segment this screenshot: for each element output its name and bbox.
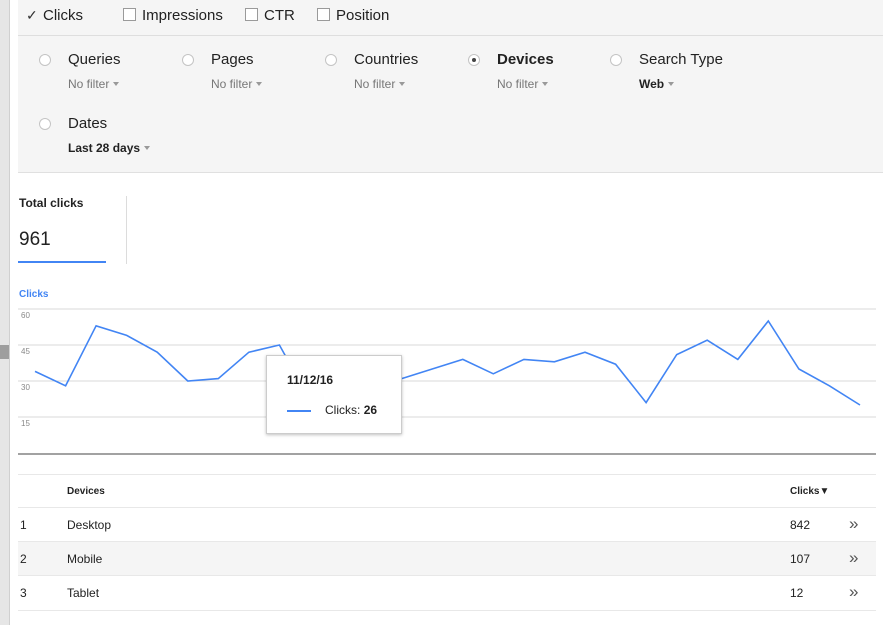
filter-dates-label: Dates — [68, 115, 108, 132]
row-rank: 1 — [20, 518, 27, 532]
filter-value: Last 28 days — [68, 141, 141, 155]
filter-search-type-dropdown[interactable]: Web — [639, 77, 675, 91]
checkbox-icon — [245, 8, 258, 21]
metric-clicks[interactable]: ✓ Clicks — [26, 7, 83, 24]
row-clicks: 842 — [790, 518, 811, 532]
metrics-row: ✓ Clicks Impressions CTR Position — [18, 0, 883, 36]
table-top-border — [18, 474, 876, 475]
row-rank: 2 — [20, 552, 27, 566]
filter-dates-dropdown[interactable]: Last 28 days — [68, 141, 151, 155]
checkmark-icon: ✓ — [26, 7, 38, 23]
total-clicks-underline — [18, 261, 106, 263]
metric-clicks-label: Clicks — [43, 7, 83, 24]
row-device: Desktop — [67, 518, 112, 532]
row-device: Tablet — [67, 586, 100, 600]
column-header-clicks[interactable]: Clicks▼ — [790, 486, 829, 497]
double-chevron-right-icon[interactable]: » — [849, 514, 858, 534]
filter-queries-label: Queries — [68, 51, 121, 68]
total-clicks-value: 961 — [19, 229, 51, 250]
clicks-line-chart[interactable]: 60 45 30 15 — [0, 305, 883, 460]
row-clicks: 107 — [790, 552, 811, 566]
double-chevron-right-icon[interactable]: » — [849, 582, 858, 602]
table-row[interactable]: 2 Mobile 107 » — [18, 541, 876, 576]
tooltip-series-label: Clicks: 26 — [325, 403, 377, 417]
metric-impressions-label: Impressions — [142, 7, 223, 24]
checkbox-icon — [317, 8, 330, 21]
checkbox-icon — [123, 8, 136, 21]
radio-button[interactable] — [182, 54, 194, 66]
filter-value: No filter — [68, 77, 110, 91]
double-chevron-right-icon[interactable]: » — [849, 548, 858, 568]
clicks-series-line — [34, 319, 861, 411]
y-tick-label: 60 — [21, 311, 30, 320]
caret-down-icon — [668, 82, 675, 86]
total-clicks-label: Total clicks — [19, 196, 84, 210]
radio-button[interactable] — [325, 54, 337, 66]
radio-button[interactable] — [610, 54, 622, 66]
chart-title: Clicks — [19, 289, 49, 300]
radio-button[interactable] — [39, 54, 51, 66]
filter-value: No filter — [211, 77, 253, 91]
y-tick-label: 45 — [21, 347, 30, 356]
caret-down-icon — [542, 82, 549, 86]
tooltip-date: 11/12/16 — [287, 373, 334, 387]
radio-button-selected[interactable] — [468, 54, 480, 66]
caret-down-icon — [144, 146, 151, 150]
metric-position-label: Position — [336, 7, 390, 24]
sort-desc-icon: ▼ — [819, 486, 830, 497]
filter-devices-label: Devices — [497, 51, 554, 68]
row-device: Mobile — [67, 552, 103, 566]
metric-position[interactable]: Position — [317, 7, 389, 24]
metric-ctr-label: CTR — [264, 7, 295, 24]
filter-pages-label: Pages — [211, 51, 254, 68]
table-row[interactable]: 3 Tablet 12 » — [18, 575, 876, 610]
table-row[interactable]: 1 Desktop 842 » — [18, 507, 876, 542]
tooltip-series-swatch — [287, 410, 311, 412]
table-bottom-border — [18, 610, 876, 611]
filter-search-type-label: Search Type — [639, 51, 723, 68]
filter-value: No filter — [354, 77, 396, 91]
metric-ctr[interactable]: CTR — [245, 7, 295, 24]
caret-down-icon — [113, 82, 120, 86]
filter-value: Web — [639, 77, 665, 91]
caret-down-icon — [256, 82, 263, 86]
filter-panel: ✓ Clicks Impressions CTR Position Queries… — [18, 0, 883, 173]
card-divider — [126, 196, 127, 264]
row-rank: 3 — [20, 586, 27, 600]
filter-pages-dropdown[interactable]: No filter — [211, 77, 263, 91]
y-tick-label: 30 — [21, 383, 30, 392]
row-clicks: 12 — [790, 586, 804, 600]
radio-button[interactable] — [39, 118, 51, 130]
tooltip-series-name: Clicks: — [325, 403, 361, 417]
y-tick-label: 15 — [21, 419, 30, 428]
column-header-devices: Devices — [67, 486, 105, 497]
filter-countries-label: Countries — [354, 51, 419, 68]
chart-tooltip: 11/12/16 Clicks: 26 — [266, 355, 402, 434]
filter-queries-dropdown[interactable]: No filter — [68, 77, 120, 91]
filter-value: No filter — [497, 77, 539, 91]
filter-devices-dropdown[interactable]: No filter — [497, 77, 549, 91]
filter-countries-dropdown[interactable]: No filter — [354, 77, 406, 91]
metric-impressions[interactable]: Impressions — [123, 7, 223, 24]
column-header-clicks-label: Clicks — [790, 486, 820, 497]
tooltip-value: 26 — [363, 403, 378, 417]
caret-down-icon — [399, 82, 406, 86]
